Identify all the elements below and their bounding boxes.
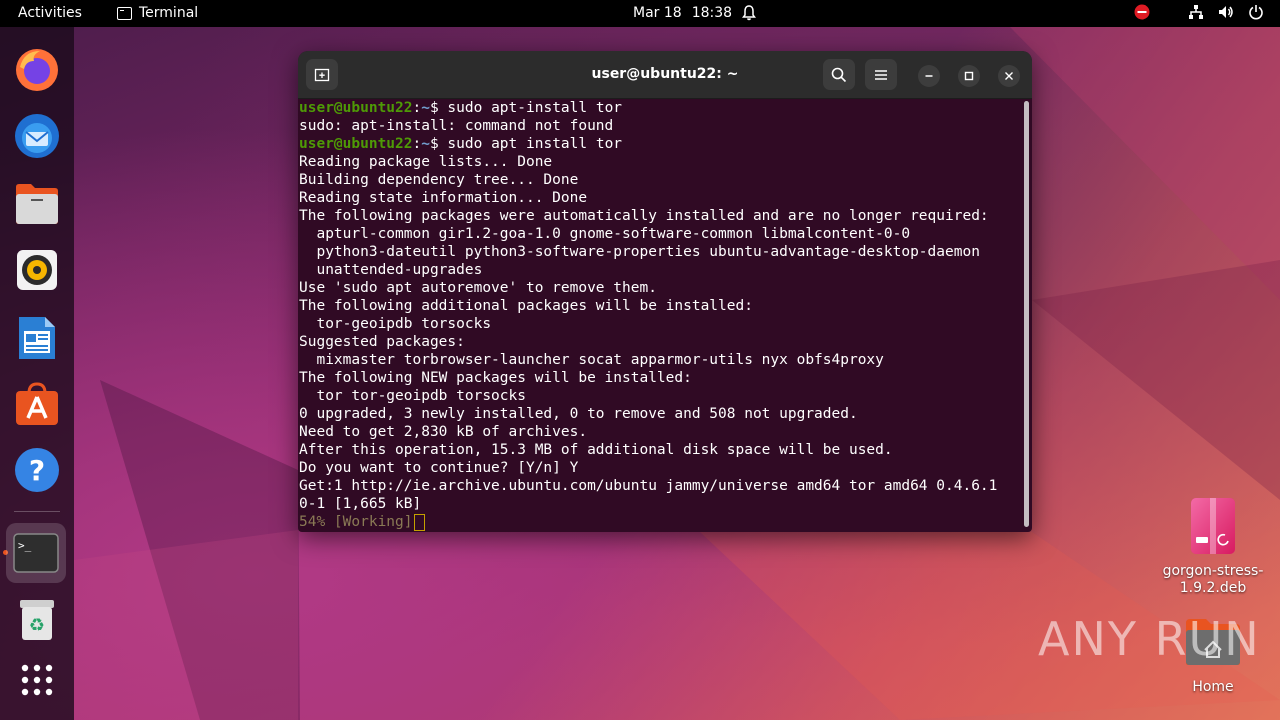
dock-rhythmbox[interactable]: [8, 241, 66, 299]
top-bar: Activities Terminal Mar 18 18:38: [0, 0, 1280, 27]
svg-text:♻: ♻: [29, 615, 45, 636]
notification-bell-icon: [742, 5, 757, 21]
do-not-disturb-icon: [1134, 4, 1150, 20]
prompt-path: ~: [421, 136, 430, 152]
terminal-line: apturl-common gir1.2-goa-1.0 gnome-softw…: [299, 226, 911, 242]
terminal-line: tor tor-geoipdb torsocks: [299, 388, 526, 404]
thunderbird-icon: [15, 114, 59, 158]
prompt-dollar: $: [429, 100, 439, 116]
libreoffice-writer-icon: [19, 317, 55, 359]
close-icon: [1005, 72, 1013, 80]
network-wired-icon: [1189, 5, 1203, 19]
terminal-scrollbar[interactable]: [1024, 101, 1029, 527]
prompt-colon: :: [412, 136, 422, 152]
terminal-line: Suggested packages:: [299, 334, 465, 350]
dock-help[interactable]: ?: [8, 441, 66, 499]
rhythmbox-icon: [17, 250, 57, 290]
terminal-line: Do you want to continue? [Y/n] Y: [299, 460, 579, 476]
terminal-line: Reading package lists... Done: [299, 154, 553, 170]
firefox-icon: [16, 49, 58, 91]
dock-terminal[interactable]: >_: [6, 523, 66, 583]
terminal-line: tor-geoipdb torsocks: [299, 316, 492, 332]
text-cursor: [413, 513, 425, 531]
terminal-line: After this operation, 15.3 MB of additio…: [299, 442, 893, 458]
search-button[interactable]: [823, 59, 855, 90]
show-apps-icon: [21, 664, 53, 696]
minimize-icon: [925, 75, 933, 77]
svg-text:?: ?: [29, 454, 45, 487]
minimize-button[interactable]: [918, 65, 940, 87]
terminal-line: user@ubuntu22:~$ sudo apt install tor: [298, 135, 1024, 153]
app-center-icon: [16, 382, 58, 425]
terminal-line: 0-1 [1,665 kB]: [299, 496, 422, 512]
dock-thunderbird[interactable]: [8, 107, 66, 165]
command-text: sudo apt install tor: [438, 136, 623, 152]
terminal-line: 0 upgraded, 3 newly installed, 0 to remo…: [299, 406, 858, 422]
anyrun-watermark: ANY RUN: [1038, 612, 1261, 666]
trash-icon: ♻: [20, 600, 54, 640]
system-tray[interactable]: [1134, 4, 1264, 20]
svg-text:>_: >_: [18, 539, 32, 552]
search-icon: [831, 67, 847, 82]
deb-file-label: gorgon-stress-1.9.2.deb: [1162, 563, 1264, 596]
terminal-window: user@ubuntu22: ~ user@ubuntu22:~$ sudo a…: [298, 51, 1032, 532]
terminal-line: The following additional packages will b…: [299, 298, 753, 314]
app-menu-label: Terminal: [139, 5, 199, 21]
terminal-line: 54% [Working]: [298, 513, 1024, 531]
terminal-line: The following NEW packages will be insta…: [299, 370, 692, 386]
deb-package-icon: [1191, 498, 1235, 554]
close-button[interactable]: [998, 65, 1020, 87]
terminal-line: Use 'sudo apt autoremove' to remove them…: [299, 280, 657, 296]
volume-icon: [1219, 6, 1233, 18]
terminal-line: python3-dateutil python3-software-proper…: [299, 244, 980, 260]
terminal-small-icon: [117, 6, 132, 20]
terminal-header-bar[interactable]: user@ubuntu22: ~: [298, 51, 1032, 99]
prompt-user: user@ubuntu22: [299, 100, 413, 116]
terminal-line: mixmaster torbrowser-launcher socat appa…: [299, 352, 884, 368]
maximize-button[interactable]: [958, 65, 980, 87]
menu-button[interactable]: [865, 59, 897, 90]
dock-show-apps[interactable]: [8, 651, 66, 709]
activities-button[interactable]: Activities: [18, 5, 82, 21]
terminal-line: Need to get 2,830 kB of archives.: [299, 424, 588, 440]
dock-writer[interactable]: [8, 309, 66, 367]
terminal-line: Reading state information... Done: [299, 190, 588, 206]
dock-firefox[interactable]: [8, 41, 66, 99]
clock-date: Mar 18: [633, 5, 682, 21]
home-label: Home: [1192, 679, 1234, 695]
watermark-text: ANY RUN: [1038, 612, 1261, 666]
terminal-line: The following packages were automaticall…: [299, 208, 989, 224]
files-icon: [16, 184, 58, 224]
progress-status: 54% [Working]: [299, 514, 413, 530]
dock-separator: [14, 511, 60, 512]
prompt-dollar: $: [429, 136, 439, 152]
desktop-deb-file[interactable]: gorgon-stress-1.9.2.deb: [1150, 497, 1276, 597]
terminal-output[interactable]: user@ubuntu22:~$ sudo apt-install tor sud…: [298, 99, 1024, 532]
terminal-line: unattended-upgrades: [299, 262, 483, 278]
prompt-colon: :: [412, 100, 422, 116]
terminal-icon: >_: [13, 533, 59, 573]
clock[interactable]: Mar 18 18:38: [633, 5, 757, 21]
prompt-path: ~: [421, 100, 430, 116]
maximize-icon: [964, 71, 974, 81]
command-text: sudo apt-install tor: [438, 100, 623, 116]
dock-app-center[interactable]: [8, 375, 66, 433]
dock-files[interactable]: [8, 175, 66, 233]
dock-trash[interactable]: ♻: [8, 591, 66, 649]
help-icon: ?: [15, 448, 59, 492]
clock-time: 18:38: [691, 5, 733, 21]
dock: ? >_ ♻: [0, 27, 74, 720]
power-icon: [1249, 5, 1263, 20]
terminal-line: user@ubuntu22:~$ sudo apt-install tor: [298, 99, 1024, 117]
terminal-line: Get:1 http://ie.archive.ubuntu.com/ubunt…: [299, 478, 998, 494]
app-menu[interactable]: Terminal: [117, 5, 198, 21]
terminal-line: sudo: apt-install: command not found: [299, 118, 614, 134]
prompt-user: user@ubuntu22: [299, 136, 413, 152]
terminal-line: Building dependency tree... Done: [299, 172, 579, 188]
hamburger-menu-icon: [875, 69, 887, 80]
